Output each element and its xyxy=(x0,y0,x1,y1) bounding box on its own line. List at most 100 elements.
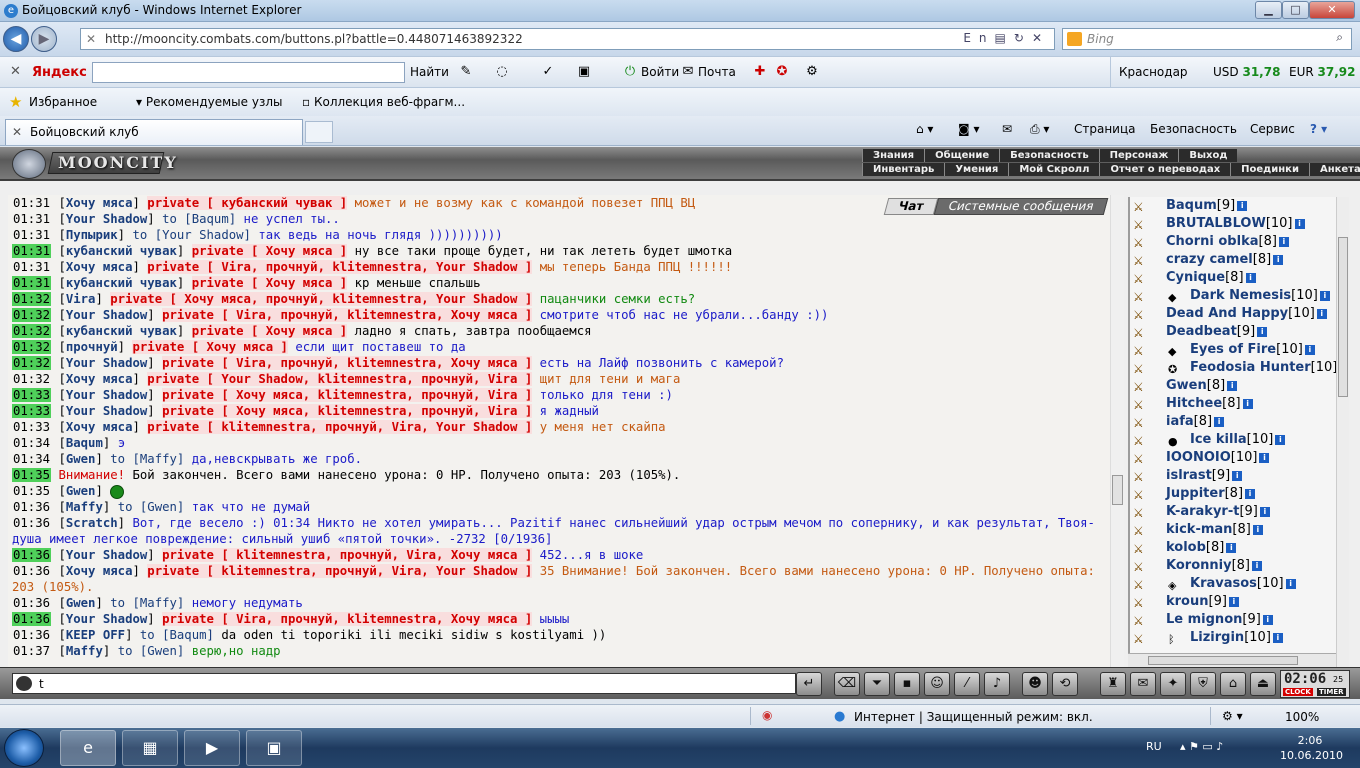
user-nick[interactable]: IOONOIO xyxy=(1166,450,1231,465)
user-nick[interactable]: islrast xyxy=(1166,468,1212,483)
user-list-item[interactable]: ⚔ BRUTALBLOW[10] i xyxy=(1130,215,1336,233)
tray-clock[interactable]: 2:06 10.06.2010 xyxy=(1280,733,1343,763)
user-list-item[interactable]: ⚔ Hitchee[8] i xyxy=(1130,395,1336,413)
user-list-item[interactable]: ⚔ ◆ Eyes of Fire[10] i xyxy=(1130,341,1336,359)
forward-button[interactable]: ▶ xyxy=(31,26,57,52)
private-recipients[interactable]: private [ Хочу мяса ] xyxy=(132,340,288,354)
user-nick[interactable]: Hitchee xyxy=(1166,396,1222,411)
message-author[interactable]: Your Shadow xyxy=(66,388,147,402)
tray-language[interactable]: RU xyxy=(1146,740,1162,753)
user-name[interactable]: BRUTALBLOW[10] i xyxy=(1166,215,1305,233)
search-icon[interactable]: ⌕ xyxy=(1336,30,1343,45)
user-info-icon[interactable]: i xyxy=(1278,236,1289,247)
menu-exit[interactable]: Выход xyxy=(1178,149,1237,162)
message-author[interactable]: Хочу мяса xyxy=(66,196,133,210)
private-recipients[interactable]: private [ Хочу мяса ] xyxy=(191,244,348,258)
message-author[interactable]: Baqum xyxy=(66,436,103,450)
message-author[interactable]: Gwen xyxy=(66,484,96,498)
language-indicator[interactable]: En xyxy=(963,31,994,45)
security-zone[interactable]: Интернет | Защищенный режим: вкл. xyxy=(834,709,1093,724)
private-recipients[interactable]: private [ Хочу мяса ] xyxy=(191,276,348,290)
cmd-safety[interactable]: Безопасность xyxy=(1150,122,1237,136)
send-icon[interactable]: ↵ xyxy=(796,672,822,696)
message-time[interactable]: 01:32 xyxy=(12,324,52,338)
compat-view-icon[interactable]: ▤ xyxy=(995,31,1014,45)
message-author[interactable]: Your Shadow xyxy=(66,612,147,626)
user-info-icon[interactable]: i xyxy=(1228,596,1239,607)
message-time[interactable]: 01:36 xyxy=(12,596,51,610)
user-list-item[interactable]: ⚔ ◈ Kravasos[10] i xyxy=(1130,575,1336,593)
clan-emblem-icon[interactable]: ◈ xyxy=(1168,577,1186,592)
gear-icon[interactable]: ⚙ xyxy=(804,64,820,80)
scroll-icon[interactable]: ✉ xyxy=(1130,672,1156,696)
user-name[interactable]: Ice killa[10] i xyxy=(1190,431,1286,449)
message-time[interactable]: 01:34 xyxy=(12,436,51,450)
media-player-taskbar-icon[interactable]: ▶ xyxy=(184,730,240,766)
message-author[interactable]: Scratch xyxy=(66,516,118,530)
user-list-item[interactable]: ⚔ Baqum[9] i xyxy=(1130,197,1336,215)
message-author[interactable]: KEEP OFF xyxy=(66,628,125,642)
user-name[interactable]: Lizirgin[10] i xyxy=(1190,629,1283,647)
message-time[interactable]: 01:36 xyxy=(12,628,51,642)
home-icon[interactable]: ⌂ ▾ xyxy=(916,122,933,136)
message-time[interactable]: 01:37 xyxy=(12,644,51,658)
user-list-item[interactable]: ⚔ Deadbeat[9] i xyxy=(1130,323,1336,341)
user-name[interactable]: iafa[8] i xyxy=(1166,413,1225,431)
suggested-sites-link[interactable]: ▾ Рекомендуемые узлы xyxy=(136,95,282,109)
private-recipients[interactable]: private [ Vira, прочнуй, klitemnestra, Х… xyxy=(162,356,533,370)
minimize-button[interactable]: ▁ xyxy=(1255,1,1282,19)
message-time[interactable]: 01:32 xyxy=(12,308,52,322)
rss-icon[interactable]: ◙ ▾ xyxy=(958,122,979,136)
message-recipient[interactable]: to [Baqum] xyxy=(140,628,214,642)
refresh-icon[interactable]: ↻ xyxy=(1014,31,1032,45)
menu-communication[interactable]: Общение xyxy=(924,149,999,162)
message-time[interactable]: 01:31 xyxy=(12,244,52,258)
message-author[interactable]: прочнуй xyxy=(66,340,118,354)
start-button[interactable] xyxy=(4,729,44,767)
user-info-icon[interactable]: i xyxy=(1245,272,1256,283)
menu-my-scroll[interactable]: Мой Скролл xyxy=(1008,163,1099,176)
message-author[interactable]: Gwen xyxy=(66,452,96,466)
message-author[interactable]: Your Shadow xyxy=(66,356,147,370)
message-recipient[interactable]: to [Baqum] xyxy=(162,212,236,226)
user-name[interactable]: islrast[9] i xyxy=(1166,467,1243,485)
user-info-icon[interactable]: i xyxy=(1259,506,1270,517)
message-time[interactable]: 01:36 xyxy=(12,516,51,530)
message-author[interactable]: Maffy xyxy=(66,644,103,658)
user-list-item[interactable]: ⚔ kolob[8] i xyxy=(1130,539,1336,557)
message-time[interactable]: 01:33 xyxy=(12,388,52,402)
message-time[interactable]: 01:36 xyxy=(12,548,52,562)
user-list-item[interactable]: ⚔ Le mignon[9] i xyxy=(1130,611,1336,629)
user-name[interactable]: Kravasos[10] i xyxy=(1190,575,1296,593)
user-list-item[interactable]: ⚔ kroun[9] i xyxy=(1130,593,1336,611)
user-info-icon[interactable]: i xyxy=(1245,488,1256,499)
favorites-button[interactable]: Избранное xyxy=(29,95,97,109)
user-info-icon[interactable]: i xyxy=(1304,344,1315,355)
users-horizontal-scrollbar[interactable] xyxy=(1128,653,1336,667)
user-nick[interactable]: Kravasos xyxy=(1190,576,1257,591)
message-time[interactable]: 01:35 xyxy=(12,484,51,498)
maximize-button[interactable]: □ xyxy=(1282,1,1309,19)
tab-fight-club[interactable]: ✕ Бойцовский клуб xyxy=(5,119,303,145)
message-time[interactable]: 01:34 xyxy=(12,452,51,466)
user-nick[interactable]: Dark Nemesis xyxy=(1190,288,1291,303)
favorites-star-icon[interactable]: ★ xyxy=(9,93,22,111)
user-nick[interactable]: kolob xyxy=(1166,540,1206,555)
message-time[interactable]: 01:31 xyxy=(12,212,51,226)
new-tab-button[interactable] xyxy=(305,121,333,143)
yandex-logo[interactable]: Яндекс xyxy=(32,65,87,80)
message-time[interactable]: 01:33 xyxy=(12,420,51,434)
user-list-item[interactable]: ⚔ IOONOIO[10] i xyxy=(1130,449,1336,467)
user-info-icon[interactable]: i xyxy=(1316,308,1327,319)
private-recipients[interactable]: private [ klitemnestra, прочнуй, Vira, Y… xyxy=(147,420,533,434)
user-info-icon[interactable]: i xyxy=(1319,290,1330,301)
shield-icon[interactable]: ⛨ xyxy=(1190,672,1216,696)
user-nick[interactable]: K-arakyr-t xyxy=(1166,504,1239,519)
user-name[interactable]: kick-man[8] i xyxy=(1166,521,1263,539)
user-nick[interactable]: Chorni oblka xyxy=(1166,234,1259,249)
user-info-icon[interactable]: i xyxy=(1251,560,1262,571)
user-name[interactable]: crazy camel[8] i xyxy=(1166,251,1284,269)
protected-mode-icon[interactable]: ⚙ ▾ xyxy=(1222,709,1243,723)
translate-icon[interactable]: ▣ xyxy=(576,64,592,80)
user-name[interactable]: Baqum[9] i xyxy=(1166,197,1248,215)
